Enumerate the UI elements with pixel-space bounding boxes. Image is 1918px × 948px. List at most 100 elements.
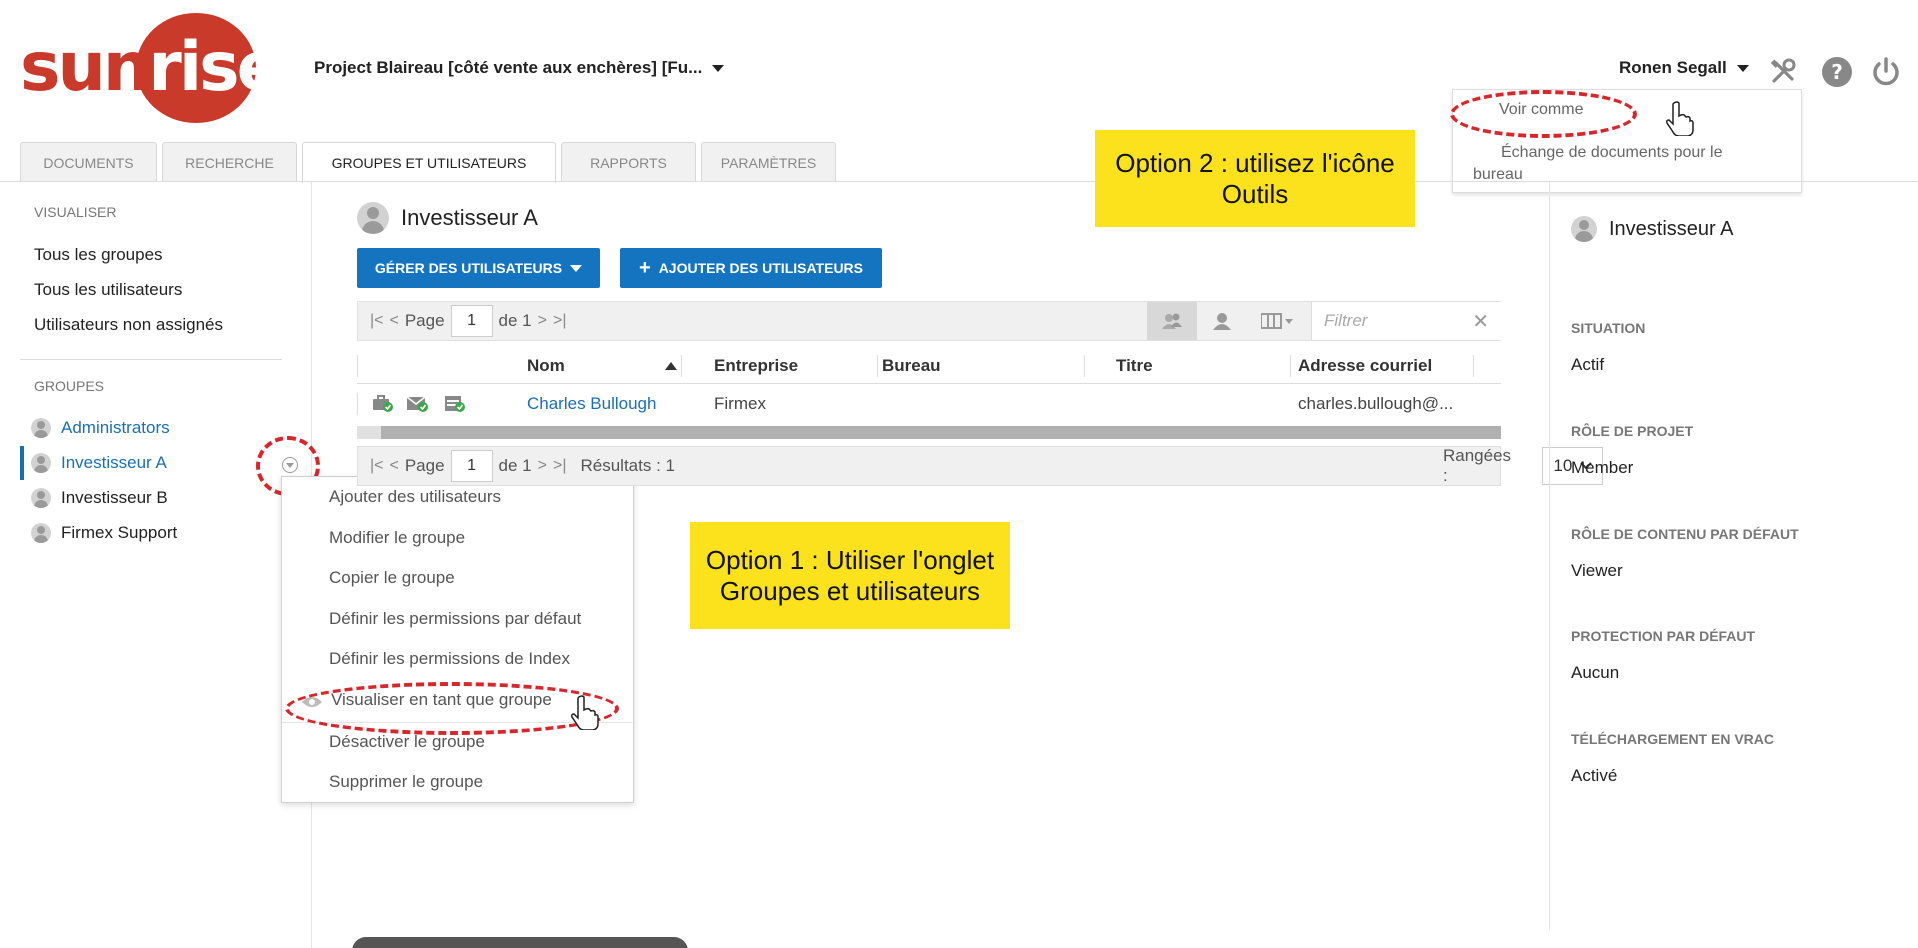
field-value-role-projet: Member (1571, 458, 1634, 477)
field-label-protection: PROTECTION PAR DÉFAUT (1571, 628, 1756, 644)
sidebar-item-tous-les-groupes[interactable]: Tous les groupes (34, 245, 163, 265)
group-item-administrators[interactable]: Administrators (20, 411, 312, 445)
column-header-bureau[interactable]: Bureau (882, 356, 941, 376)
table-header: Nom Entreprise Bureau Titre Adresse cour… (357, 350, 1501, 384)
page-title-text: Investisseur A (401, 205, 538, 230)
first-page-icon[interactable]: |< (370, 457, 384, 475)
group-avatar-icon (31, 523, 51, 543)
cell-entreprise: Firmex (714, 394, 766, 413)
field-label-situation: SITUATION (1571, 320, 1646, 336)
columns-toggle-icon[interactable] (1247, 302, 1309, 340)
hand-cursor-icon (1666, 101, 1694, 136)
ctx-copier-groupe[interactable]: Copier le groupe (329, 568, 455, 588)
column-divider (1290, 355, 1291, 377)
ctx-supprimer-groupe[interactable]: Supprimer le groupe (329, 772, 483, 792)
power-icon[interactable] (1870, 56, 1902, 88)
page-number-input[interactable]: 1 (450, 450, 493, 482)
details-title: Investisseur A (1571, 216, 1734, 242)
cell-nom[interactable]: Charles Bullough (527, 394, 656, 414)
help-icon[interactable]: ? (1821, 56, 1853, 88)
annotation-option-2: Option 2 : utilisez l'icône Outils (1095, 130, 1415, 227)
next-page-icon[interactable]: > (538, 312, 547, 330)
column-header-titre[interactable]: Titre (1116, 356, 1153, 376)
page-label: Page (404, 311, 445, 330)
annotation-line: Groupes et utilisateurs (719, 575, 981, 606)
sunrise-logo: sunrise (18, 12, 283, 124)
group-avatar-icon (31, 418, 51, 438)
add-users-button[interactable]: + AJOUTER DES UTILISATEURS (620, 248, 882, 288)
group-view-icon[interactable] (1147, 302, 1197, 340)
group-options-chevron-icon[interactable] (282, 457, 298, 473)
column-divider (1084, 355, 1085, 377)
column-divider (357, 393, 358, 415)
column-header-entreprise[interactable]: Entreprise (714, 356, 798, 376)
table-row[interactable]: Charles Bullough Firmex charles.bullough… (357, 386, 1501, 424)
page-number-input[interactable]: 1 (450, 305, 493, 337)
horizontal-scrollbar[interactable] (357, 426, 1501, 439)
project-selector[interactable]: Project Blaireau [côté vente aux enchère… (314, 58, 725, 78)
ctx-definir-permissions-defaut[interactable]: Définir les permissions par défaut (329, 609, 581, 629)
manage-users-button[interactable]: GÉRER DES UTILISATEURS (357, 248, 600, 288)
clear-filter-icon[interactable]: ✕ (1472, 309, 1489, 334)
group-item-investisseur-b[interactable]: Investisseur B (20, 481, 312, 515)
eye-icon (302, 697, 322, 707)
group-name: Firmex Support (61, 523, 178, 542)
table-toolbar: |< < Page 1 de 1 > >| Filtrer ✕ (357, 301, 1501, 341)
group-name: Investisseur A (61, 453, 167, 472)
column-divider (1473, 355, 1474, 377)
filter-placeholder: Filtrer (1324, 311, 1368, 330)
group-item-investisseur-a[interactable]: Investisseur A (20, 446, 312, 480)
last-page-icon[interactable]: >| (553, 312, 567, 330)
group-avatar-icon (1571, 216, 1597, 242)
tools-icon[interactable] (1767, 56, 1799, 88)
field-value-telechargement: Activé (1571, 766, 1618, 785)
next-page-icon[interactable]: > (538, 457, 547, 475)
tab-documents[interactable]: DOCUMENTS (20, 142, 157, 182)
chevron-down-icon (1736, 64, 1749, 72)
bottom-toast-bar (352, 937, 688, 948)
tab-recherche[interactable]: RECHERCHE (162, 142, 297, 182)
sidebar-item-tous-les-utilisateurs[interactable]: Tous les utilisateurs (34, 280, 182, 300)
group-avatar-icon (357, 202, 389, 234)
ctx-desactiver-groupe[interactable]: Désactiver le groupe (329, 732, 485, 752)
field-value-situation: Actif (1571, 355, 1605, 374)
sidebar-heading-visualiser: VISUALISER (34, 204, 117, 220)
tab-groupes-utilisateurs[interactable]: GROUPES ET UTILISATEURS (302, 142, 556, 183)
project-name: Project Blaireau [côté vente aux enchère… (314, 58, 703, 77)
menu-item-voir-comme[interactable]: Voir comme (1499, 101, 1583, 119)
page-of-label: de 1 (498, 456, 532, 475)
annotation-line: Option 2 : utilisez l'icône (1115, 147, 1395, 178)
sidebar: VISUALISER Tous les groupes Tous les uti… (0, 182, 312, 948)
page-title: Investisseur A (357, 202, 538, 234)
field-value-role-contenu: Viewer (1571, 561, 1623, 580)
prev-page-icon[interactable]: < (390, 312, 399, 330)
column-divider (357, 355, 358, 377)
column-header-nom[interactable]: Nom (527, 356, 565, 376)
group-item-firmex-support[interactable]: Firmex Support (20, 516, 312, 550)
calendar-check-icon (445, 396, 465, 412)
hand-cursor-icon (571, 695, 599, 730)
column-header-adresse-courriel[interactable]: Adresse courriel (1298, 356, 1432, 376)
group-name: Investisseur B (61, 488, 168, 507)
sort-asc-icon[interactable] (665, 362, 677, 370)
email-check-icon (406, 396, 428, 412)
sidebar-item-utilisateurs-non-assignes[interactable]: Utilisateurs non assignés (34, 315, 223, 335)
rows-value: 10 (1553, 456, 1573, 475)
ctx-ajouter-utilisateurs[interactable]: Ajouter des utilisateurs (329, 487, 501, 507)
user-view-icon[interactable] (1197, 302, 1247, 340)
last-page-icon[interactable]: >| (553, 457, 567, 475)
group-avatar-icon (31, 488, 51, 508)
first-page-icon[interactable]: |< (370, 312, 384, 330)
ctx-visualiser-en-tant-que-groupe[interactable]: Visualiser en tant que groupe (331, 690, 552, 710)
field-label-role-projet: RÔLE DE PROJET (1571, 423, 1694, 439)
group-avatar-icon (31, 453, 51, 473)
prev-page-icon[interactable]: < (390, 457, 399, 475)
ctx-definir-permissions-index[interactable]: Définir les permissions de Index (329, 649, 570, 669)
ctx-modifier-groupe[interactable]: Modifier le groupe (329, 528, 465, 548)
tab-rapports[interactable]: RAPPORTS (561, 142, 696, 182)
user-menu-toggle[interactable]: Ronen Segall (1619, 58, 1749, 78)
cell-adresse-courriel: charles.bullough@... (1298, 394, 1454, 413)
filter-input[interactable]: Filtrer ✕ (1311, 302, 1501, 340)
sidebar-heading-groupes: GROUPES (34, 378, 105, 394)
tab-parametres[interactable]: PARAMÈTRES (701, 142, 836, 182)
